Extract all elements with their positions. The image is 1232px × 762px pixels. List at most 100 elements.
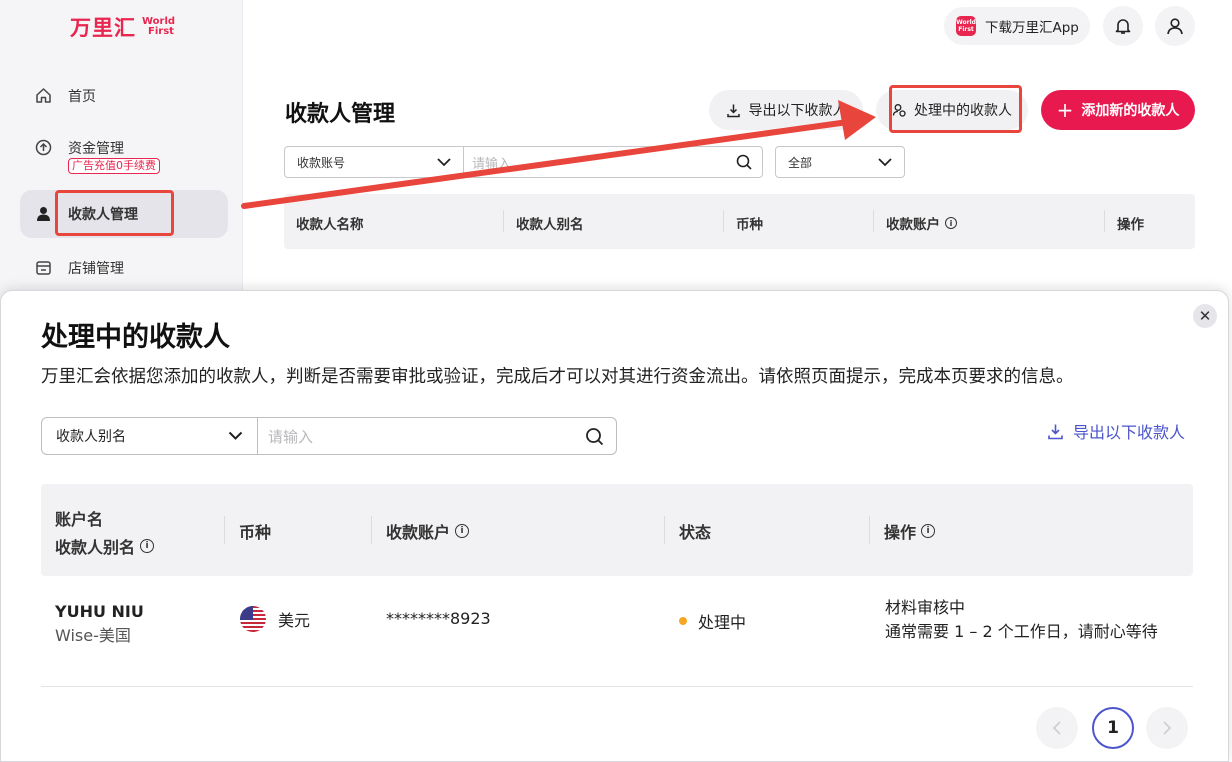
chevron-down-icon xyxy=(437,157,451,166)
processing-payees-modal: 处理中的收款人 ✕ 万里汇会依据您添加的收款人，判断是否需要审批或验证，完成后才… xyxy=(0,290,1229,762)
modal-export-label: 导出以下收款人 xyxy=(1073,423,1186,442)
add-payee-label: 添加新的收款人 xyxy=(1081,103,1180,119)
cell-currency: 美元 xyxy=(240,606,310,632)
modal-search-placeholder: 请输入 xyxy=(268,427,314,446)
pagination-page-1[interactable]: 1 xyxy=(1092,707,1134,749)
modal-table-header: 账户名 收款人别名 i 币种 收款账户 i 状态 操作 i xyxy=(41,484,1193,576)
action-note: 通常需要 1 – 2 个工作日，请耐心等待 xyxy=(885,622,1158,641)
download-icon xyxy=(726,104,740,117)
column-divider xyxy=(503,210,504,232)
info-icon[interactable]: i xyxy=(921,524,936,538)
payee-alias: Wise-美国 xyxy=(55,626,131,645)
us-flag-icon xyxy=(240,606,266,632)
status-filter-value: 全部 xyxy=(788,155,813,170)
bell-icon xyxy=(1115,19,1131,34)
chevron-down-icon xyxy=(228,431,243,440)
annotation-highlight-processing xyxy=(889,85,1022,133)
brand-name-en-line2: First xyxy=(148,26,174,37)
payees-table-header: 收款人名称 收款人别名 币种 收款账户 i 操作 xyxy=(284,194,1195,249)
page-filter-select[interactable]: 收款账号 xyxy=(285,147,464,177)
notification-button[interactable] xyxy=(1103,6,1143,46)
pagination-prev-button[interactable] xyxy=(1036,707,1078,749)
search-icon[interactable] xyxy=(736,154,752,170)
column-header-account-name-label: 账户名 xyxy=(55,510,104,529)
app-logo-text1: World xyxy=(956,19,976,26)
modal-search-input[interactable]: 请输入 xyxy=(258,418,616,454)
page-title: 收款人管理 xyxy=(285,102,396,127)
brand-logo[interactable]: 万里汇 World First xyxy=(70,12,182,42)
modal-title: 处理中的收款人 xyxy=(41,322,230,353)
column-divider xyxy=(371,516,372,544)
chevron-left-icon xyxy=(1052,721,1061,735)
modal-filter-select[interactable]: 收款人别名 xyxy=(42,418,258,454)
chevron-down-icon xyxy=(878,157,892,166)
info-icon[interactable]: i xyxy=(945,217,957,229)
close-button[interactable]: ✕ xyxy=(1193,304,1217,328)
info-icon[interactable]: i xyxy=(140,539,155,553)
column-header-account: 收款账户 i xyxy=(886,213,957,233)
column-divider xyxy=(1104,210,1105,232)
promo-badge: 广告充值0手续费 xyxy=(68,158,160,174)
download-icon xyxy=(1048,424,1063,439)
download-app-button[interactable]: World First 下载万里汇App xyxy=(944,7,1090,45)
column-header-account-label: 收款账户 xyxy=(886,217,940,233)
column-header-currency: 币种 xyxy=(239,523,272,542)
cell-account: ********8923 xyxy=(386,609,491,628)
modal-export-button[interactable]: 导出以下收款人 xyxy=(1047,419,1185,443)
search-icon[interactable] xyxy=(585,427,604,446)
store-icon xyxy=(34,258,52,276)
currency-label: 美元 xyxy=(278,611,311,630)
column-header-currency: 币种 xyxy=(736,217,763,233)
modal-description: 万里汇会依据您添加的收款人，判断是否需要审批或验证，完成后才可以对其进行资金流出… xyxy=(41,367,1074,387)
column-header-account: 收款账户 i xyxy=(386,519,470,543)
export-payees-button[interactable]: 导出以下收款人 xyxy=(709,90,863,130)
modal-search-group: 收款人别名 请输入 xyxy=(41,417,617,455)
brand-name-en: World First xyxy=(142,17,182,37)
app-logo-text2: First xyxy=(958,26,974,33)
download-app-label: 下载万里汇App xyxy=(985,20,1079,36)
column-header-account-name: 账户名 收款人别名 i xyxy=(55,506,155,558)
column-header-action: 操作 i xyxy=(884,519,936,543)
plus-icon: + xyxy=(1056,98,1074,122)
profile-icon xyxy=(1167,18,1183,35)
page-search-group: 收款账号 请输入 xyxy=(284,146,763,178)
chevron-right-icon xyxy=(1163,721,1172,735)
export-payees-label: 导出以下收款人 xyxy=(748,103,847,119)
app-logo-icon: World First xyxy=(956,16,976,36)
page-filter-select-value: 收款账号 xyxy=(297,155,346,170)
sidebar-item-label: 首页 xyxy=(68,89,96,105)
profile-button[interactable] xyxy=(1155,6,1195,46)
column-header-action: 操作 xyxy=(1117,217,1144,233)
column-header-status: 状态 xyxy=(679,523,712,542)
pagination-next-button[interactable] xyxy=(1146,707,1188,749)
info-icon[interactable]: i xyxy=(455,524,470,538)
page-search-input[interactable]: 请输入 xyxy=(464,147,762,177)
column-header-alias: 收款人别名 i xyxy=(55,534,155,558)
column-divider xyxy=(869,516,870,544)
cell-status: 处理中 xyxy=(679,609,746,633)
column-divider xyxy=(224,516,225,544)
modal-filter-select-value: 收款人别名 xyxy=(56,429,126,445)
status-dot xyxy=(679,617,687,625)
column-header-account-label: 收款账户 xyxy=(386,523,451,542)
cell-action: 材料审核中 通常需要 1 – 2 个工作日，请耐心等待 xyxy=(885,596,1158,644)
sidebar-item-label: 资金管理 xyxy=(68,141,124,157)
table-row[interactable]: YUHU NIU Wise-美国 美元 ********8923 处理中 材料审… xyxy=(41,576,1193,687)
column-header-name: 收款人名称 xyxy=(296,217,364,233)
status-filter-select[interactable]: 全部 xyxy=(775,146,905,178)
sidebar-item-label: 店铺管理 xyxy=(68,261,124,277)
annotation-highlight-sidebar xyxy=(55,190,174,236)
column-divider xyxy=(664,516,665,544)
column-header-alias: 收款人别名 xyxy=(516,217,584,233)
sidebar-item-stores[interactable]: 店铺管理 xyxy=(20,244,228,292)
account-name: YUHU NIU xyxy=(55,602,144,621)
brand-name-cn: 万里汇 xyxy=(70,16,136,40)
home-icon xyxy=(34,86,52,104)
action-status: 材料审核中 xyxy=(885,598,966,617)
user-icon xyxy=(34,204,52,222)
column-header-action-label: 操作 xyxy=(884,523,917,542)
column-divider xyxy=(723,210,724,232)
add-payee-button[interactable]: + 添加新的收款人 xyxy=(1041,90,1195,130)
arrow-up-circle-icon xyxy=(34,138,52,156)
sidebar-item-home[interactable]: 首页 xyxy=(20,72,228,120)
